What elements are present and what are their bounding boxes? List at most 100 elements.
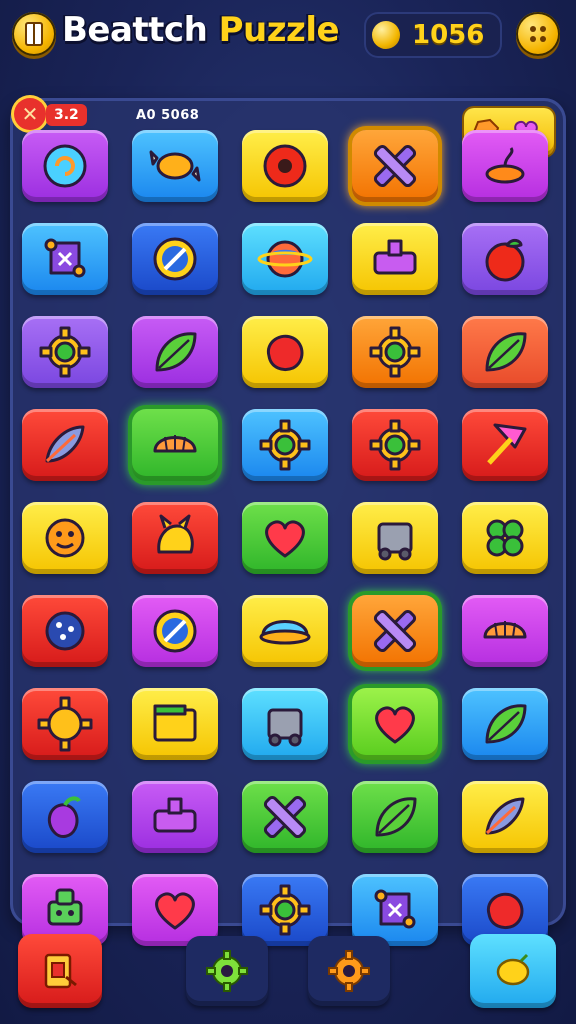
tile-cross[interactable] [242, 781, 328, 853]
bowl-icon [259, 620, 311, 645]
leaf-icon [375, 797, 417, 837]
tile-bowl[interactable] [242, 595, 328, 667]
tile-creature[interactable] [132, 502, 218, 574]
swirl-icon [43, 144, 87, 188]
green-gear-icon [206, 950, 248, 992]
lemon-icon [496, 953, 530, 986]
gear-icon [39, 326, 91, 378]
score-display: 1056 [364, 12, 502, 58]
settings-gear-button[interactable] [186, 936, 268, 1006]
tile-heart[interactable] [242, 502, 328, 574]
tile-ring[interactable] [242, 130, 328, 202]
box-icon [373, 239, 417, 275]
clover-icon [486, 519, 524, 557]
cookie-icon [45, 611, 85, 651]
tile-leaf[interactable] [352, 781, 438, 853]
tile-gear[interactable] [22, 316, 108, 388]
box-icon [153, 797, 197, 833]
shell-icon [153, 435, 197, 453]
cross-icon [373, 144, 417, 188]
lamp-icon [485, 147, 525, 184]
top-bar: Beattch Puzzle 1056 [0, 0, 576, 72]
title-part-2: Puzzle [207, 10, 340, 50]
tile-folder[interactable] [132, 688, 218, 760]
tile-gear[interactable] [242, 409, 328, 481]
tile-blob[interactable] [242, 316, 328, 388]
coin-icon [372, 21, 400, 49]
book-icon[interactable] [12, 12, 56, 56]
tile-apple[interactable] [462, 223, 548, 295]
score-value: 1056 [412, 20, 485, 50]
machine-icon [377, 522, 413, 561]
puzzle-star-icon [44, 238, 86, 278]
tile-leaf[interactable] [462, 316, 548, 388]
compass-icon [153, 237, 197, 281]
tile-gear[interactable] [352, 409, 438, 481]
options-gear-button[interactable] [308, 936, 390, 1006]
gear-icon [369, 419, 421, 471]
feather-icon [45, 425, 85, 463]
level-badge: 3.2 [46, 104, 87, 126]
cross-icon [373, 609, 417, 653]
ring-icon [263, 144, 307, 188]
tile-lamp[interactable] [462, 130, 548, 202]
close-icon[interactable]: ✕ [14, 98, 46, 130]
tile-clover[interactable] [462, 502, 548, 574]
face-icon [45, 518, 85, 558]
sun-icon [37, 696, 93, 752]
tile-puzzle-star[interactable] [22, 223, 108, 295]
tile-machine[interactable] [352, 502, 438, 574]
tile-planet[interactable] [242, 223, 328, 295]
tile-cross[interactable] [352, 595, 438, 667]
gear-icon [259, 884, 311, 936]
tile-compass[interactable] [132, 595, 218, 667]
feather-icon [485, 797, 525, 835]
heart-icon [265, 520, 305, 558]
blob-icon [486, 892, 524, 929]
tile-cross[interactable] [352, 130, 438, 202]
menu-dots-icon[interactable] [516, 12, 560, 56]
compass-icon [153, 609, 197, 653]
tile-feather[interactable] [462, 781, 548, 853]
tile-box[interactable] [352, 223, 438, 295]
tile-compass[interactable] [132, 223, 218, 295]
hint-button[interactable] [470, 934, 556, 1008]
tile-leaf[interactable] [462, 688, 548, 760]
robot-icon [47, 888, 83, 926]
tile-shell[interactable] [462, 595, 548, 667]
blob-icon [266, 334, 304, 371]
heart-icon [155, 892, 195, 930]
candy-icon [149, 150, 201, 182]
puzzle-star-icon [374, 889, 416, 929]
tile-feather[interactable] [22, 409, 108, 481]
apple-icon [485, 238, 525, 282]
tile-face[interactable] [22, 502, 108, 574]
heart-icon [375, 706, 415, 744]
exit-button[interactable] [18, 934, 102, 1008]
tile-shell[interactable] [132, 409, 218, 481]
tile-fruit[interactable] [22, 781, 108, 853]
leaf-icon [485, 704, 527, 744]
tile-shovel[interactable] [462, 409, 548, 481]
fruit-icon [47, 796, 81, 838]
game-title: Beattch Puzzle [62, 10, 340, 50]
gear-icon [259, 419, 311, 471]
tile-candy[interactable] [132, 130, 218, 202]
code-text: A0 5068 [136, 108, 200, 123]
shovel-icon [487, 423, 527, 465]
tile-leaf[interactable] [132, 316, 218, 388]
folder-icon [153, 704, 197, 742]
gear-icon [369, 326, 421, 378]
shell-icon [483, 621, 527, 639]
tile-swirl[interactable] [22, 130, 108, 202]
tile-box[interactable] [132, 781, 218, 853]
tile-cookie[interactable] [22, 595, 108, 667]
creature-icon [157, 514, 194, 554]
tile-machine[interactable] [242, 688, 328, 760]
leaf-icon [155, 332, 197, 372]
leaf-icon [485, 332, 527, 372]
tile-sun[interactable] [22, 688, 108, 760]
machine-icon [267, 708, 303, 747]
tile-heart[interactable] [352, 688, 438, 760]
tile-gear[interactable] [352, 316, 438, 388]
